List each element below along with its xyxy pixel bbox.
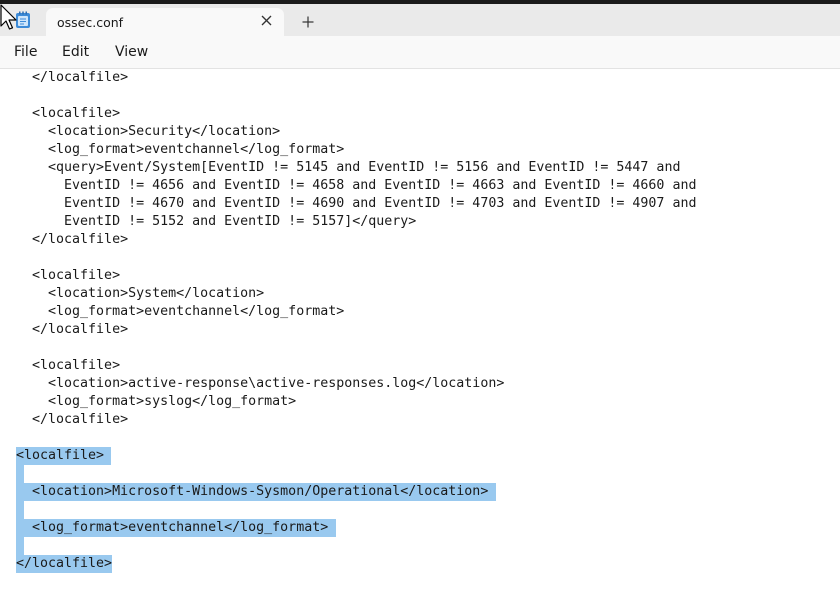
selection-highlight: [16, 465, 24, 483]
tab-ossec-conf[interactable]: ossec.conf: [46, 8, 284, 36]
editor-line: <localfile>: [16, 448, 105, 463]
title-bar[interactable]: ossec.conf: [0, 4, 840, 36]
editor-line: <location>Security</location>: [16, 124, 281, 139]
editor-line: EventID != 4656 and EventID != 4658 and …: [16, 178, 697, 193]
editor-line: </localfile>: [16, 556, 113, 571]
selection-highlight: [16, 537, 24, 555]
editor-line: EventID != 5152 and EventID != 5157]</qu…: [16, 214, 417, 229]
close-icon[interactable]: [256, 10, 276, 30]
menu-edit[interactable]: Edit: [62, 44, 89, 60]
editor-line: <location>System</location>: [16, 286, 265, 301]
editor-line: <log_format>eventchannel</log_format>: [16, 520, 329, 535]
plus-icon[interactable]: [297, 11, 319, 33]
selection-highlight: [16, 501, 24, 519]
editor-line: <location>Microsoft-Windows-Sysmon/Opera…: [16, 484, 489, 499]
editor-line: </localfile>: [16, 232, 129, 247]
editor-line: EventID != 4670 and EventID != 4690 and …: [16, 196, 697, 211]
editor-line: </localfile>: [16, 412, 129, 427]
menu-file[interactable]: File: [14, 44, 37, 60]
editor-line: <localfile>: [16, 358, 121, 373]
editor-line: <localfile>: [16, 106, 121, 121]
editor-line: <localfile>: [16, 268, 121, 283]
tab-title: ossec.conf: [57, 15, 124, 30]
editor-line: <location>active-response\active-respons…: [16, 376, 505, 391]
editor-line: </localfile>: [16, 322, 129, 337]
mouse-pointer-icon: [0, 4, 18, 32]
editor-line: </localfile>: [16, 70, 129, 85]
editor-line: <log_format>eventchannel</log_format>: [16, 304, 345, 319]
editor-line: <log_format>eventchannel</log_format>: [16, 142, 345, 157]
menu-view[interactable]: View: [115, 44, 148, 60]
text-editor[interactable]: </localfile> <localfile> <location>Secur…: [0, 69, 840, 596]
editor-line: <log_format>syslog</log_format>: [16, 394, 297, 409]
editor-line: <query>Event/System[EventID != 5145 and …: [16, 160, 681, 175]
menu-bar: File Edit View: [0, 36, 840, 68]
